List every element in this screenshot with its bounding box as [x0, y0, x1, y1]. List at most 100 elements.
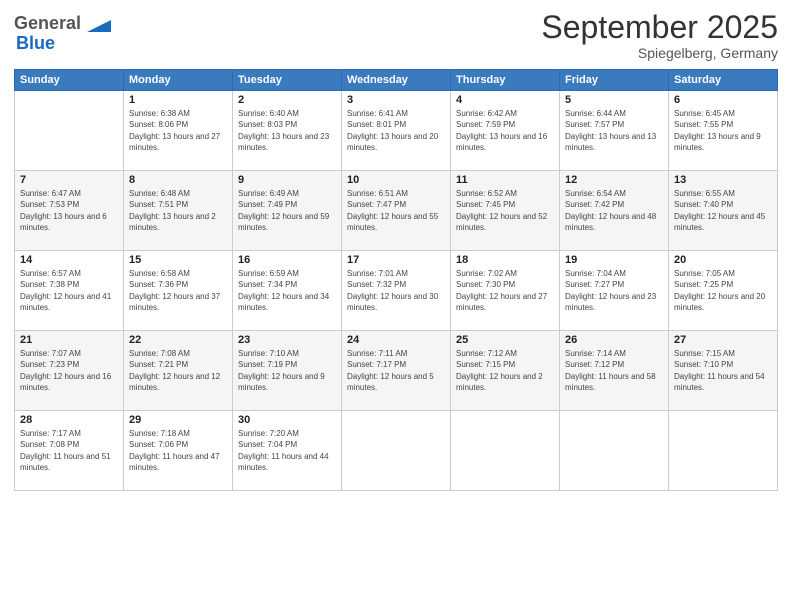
day-info: Sunrise: 6:57 AMSunset: 7:38 PMDaylight:… [20, 268, 118, 313]
day-number: 27 [674, 334, 772, 346]
day-number: 5 [565, 94, 663, 106]
day-number: 26 [565, 334, 663, 346]
day-info: Sunrise: 7:01 AMSunset: 7:32 PMDaylight:… [347, 268, 445, 313]
calendar-week-4: 21 Sunrise: 7:07 AMSunset: 7:23 PMDayligh… [15, 331, 778, 411]
logo: General Blue [14, 10, 111, 54]
calendar-cell: 21 Sunrise: 7:07 AMSunset: 7:23 PMDayligh… [15, 331, 124, 411]
calendar-cell: 11 Sunrise: 6:52 AMSunset: 7:45 PMDayligh… [451, 171, 560, 251]
calendar-cell: 22 Sunrise: 7:08 AMSunset: 7:21 PMDayligh… [124, 331, 233, 411]
day-number: 12 [565, 174, 663, 186]
location: Spiegelberg, Germany [541, 45, 778, 61]
calendar-cell: 26 Sunrise: 7:14 AMSunset: 7:12 PMDayligh… [560, 331, 669, 411]
calendar-cell: 30 Sunrise: 7:20 AMSunset: 7:04 PMDayligh… [233, 411, 342, 491]
calendar-cell: 25Sunrise: 7:12 AMSunset: 7:15 PMDayligh… [451, 331, 560, 411]
day-number: 8 [129, 174, 227, 186]
day-info: Sunrise: 7:15 AMSunset: 7:10 PMDaylight:… [674, 348, 772, 393]
calendar-table: Sunday Monday Tuesday Wednesday Thursday… [14, 69, 778, 491]
day-number: 16 [238, 254, 336, 266]
calendar-cell: 18Sunrise: 7:02 AMSunset: 7:30 PMDayligh… [451, 251, 560, 331]
logo-icon [83, 10, 111, 38]
day-info: Sunrise: 6:45 AMSunset: 7:55 PMDaylight:… [674, 108, 772, 153]
day-number: 19 [565, 254, 663, 266]
calendar-week-1: 1Sunrise: 6:38 AMSunset: 8:06 PMDaylight… [15, 91, 778, 171]
day-info: Sunrise: 6:38 AMSunset: 8:06 PMDaylight:… [129, 108, 227, 153]
calendar-cell: 3Sunrise: 6:41 AMSunset: 8:01 PMDaylight… [342, 91, 451, 171]
day-number: 14 [20, 254, 118, 266]
day-number: 3 [347, 94, 445, 106]
calendar-header: Sunday Monday Tuesday Wednesday Thursday… [15, 70, 778, 91]
day-info: Sunrise: 7:14 AMSunset: 7:12 PMDaylight:… [565, 348, 663, 393]
calendar-week-5: 28Sunrise: 7:17 AMSunset: 7:08 PMDayligh… [15, 411, 778, 491]
day-number: 29 [129, 414, 227, 426]
day-number: 15 [129, 254, 227, 266]
day-number: 4 [456, 94, 554, 106]
calendar-cell: 9 Sunrise: 6:49 AMSunset: 7:49 PMDaylight… [233, 171, 342, 251]
calendar-cell: 28Sunrise: 7:17 AMSunset: 7:08 PMDayligh… [15, 411, 124, 491]
day-number: 7 [20, 174, 118, 186]
day-info: Sunrise: 6:48 AMSunset: 7:51 PMDaylight:… [129, 188, 227, 233]
day-number: 17 [347, 254, 445, 266]
calendar-cell [342, 411, 451, 491]
header: General Blue September 2025 Spiegelberg,… [14, 10, 778, 61]
calendar-cell [451, 411, 560, 491]
day-info: Sunrise: 7:12 AMSunset: 7:15 PMDaylight:… [456, 348, 554, 393]
logo-general-text: General [14, 14, 81, 34]
day-number: 2 [238, 94, 336, 106]
calendar-cell: 6 Sunrise: 6:45 AMSunset: 7:55 PMDaylight… [669, 91, 778, 171]
day-info: Sunrise: 6:42 AMSunset: 7:59 PMDaylight:… [456, 108, 554, 153]
day-info: Sunrise: 6:52 AMSunset: 7:45 PMDaylight:… [456, 188, 554, 233]
col-saturday: Saturday [669, 70, 778, 91]
calendar-cell: 2 Sunrise: 6:40 AMSunset: 8:03 PMDaylight… [233, 91, 342, 171]
day-number: 6 [674, 94, 772, 106]
calendar-cell: 17 Sunrise: 7:01 AMSunset: 7:32 PMDayligh… [342, 251, 451, 331]
day-info: Sunrise: 6:40 AMSunset: 8:03 PMDaylight:… [238, 108, 336, 153]
day-number: 10 [347, 174, 445, 186]
col-friday: Friday [560, 70, 669, 91]
calendar-cell: 8 Sunrise: 6:48 AMSunset: 7:51 PMDaylight… [124, 171, 233, 251]
day-info: Sunrise: 7:17 AMSunset: 7:08 PMDaylight:… [20, 428, 118, 473]
col-wednesday: Wednesday [342, 70, 451, 91]
calendar-cell [560, 411, 669, 491]
calendar-cell: 14 Sunrise: 6:57 AMSunset: 7:38 PMDayligh… [15, 251, 124, 331]
day-number: 13 [674, 174, 772, 186]
day-info: Sunrise: 7:08 AMSunset: 7:21 PMDaylight:… [129, 348, 227, 393]
month-title: September 2025 [541, 10, 778, 45]
day-number: 18 [456, 254, 554, 266]
col-tuesday: Tuesday [233, 70, 342, 91]
day-number: 23 [238, 334, 336, 346]
day-number: 21 [20, 334, 118, 346]
day-number: 20 [674, 254, 772, 266]
day-info: Sunrise: 7:04 AMSunset: 7:27 PMDaylight:… [565, 268, 663, 313]
calendar-cell: 20Sunrise: 7:05 AMSunset: 7:25 PMDayligh… [669, 251, 778, 331]
day-info: Sunrise: 6:58 AMSunset: 7:36 PMDaylight:… [129, 268, 227, 313]
day-number: 11 [456, 174, 554, 186]
day-info: Sunrise: 7:11 AMSunset: 7:17 PMDaylight:… [347, 348, 445, 393]
calendar-cell: 23 Sunrise: 7:10 AMSunset: 7:19 PMDayligh… [233, 331, 342, 411]
day-info: Sunrise: 7:07 AMSunset: 7:23 PMDaylight:… [20, 348, 118, 393]
page: General Blue September 2025 Spiegelberg,… [0, 0, 792, 612]
day-info: Sunrise: 6:44 AMSunset: 7:57 PMDaylight:… [565, 108, 663, 153]
day-info: Sunrise: 7:20 AMSunset: 7:04 PMDaylight:… [238, 428, 336, 473]
calendar-cell: 15 Sunrise: 6:58 AMSunset: 7:36 PMDayligh… [124, 251, 233, 331]
day-number: 9 [238, 174, 336, 186]
calendar-cell: 10 Sunrise: 6:51 AMSunset: 7:47 PMDayligh… [342, 171, 451, 251]
day-info: Sunrise: 6:51 AMSunset: 7:47 PMDaylight:… [347, 188, 445, 233]
day-info: Sunrise: 6:54 AMSunset: 7:42 PMDaylight:… [565, 188, 663, 233]
calendar-cell [15, 91, 124, 171]
col-monday: Monday [124, 70, 233, 91]
calendar-week-3: 14 Sunrise: 6:57 AMSunset: 7:38 PMDayligh… [15, 251, 778, 331]
day-number: 24 [347, 334, 445, 346]
calendar-cell: 4 Sunrise: 6:42 AMSunset: 7:59 PMDaylight… [451, 91, 560, 171]
calendar-cell: 1Sunrise: 6:38 AMSunset: 8:06 PMDaylight… [124, 91, 233, 171]
day-number: 30 [238, 414, 336, 426]
day-info: Sunrise: 7:10 AMSunset: 7:19 PMDaylight:… [238, 348, 336, 393]
calendar-cell: 5 Sunrise: 6:44 AMSunset: 7:57 PMDaylight… [560, 91, 669, 171]
day-info: Sunrise: 6:49 AMSunset: 7:49 PMDaylight:… [238, 188, 336, 233]
calendar-cell: 16 Sunrise: 6:59 AMSunset: 7:34 PMDayligh… [233, 251, 342, 331]
day-number: 22 [129, 334, 227, 346]
calendar-cell: 12 Sunrise: 6:54 AMSunset: 7:42 PMDayligh… [560, 171, 669, 251]
day-info: Sunrise: 6:59 AMSunset: 7:34 PMDaylight:… [238, 268, 336, 313]
title-block: September 2025 Spiegelberg, Germany [541, 10, 778, 61]
day-info: Sunrise: 6:55 AMSunset: 7:40 PMDaylight:… [674, 188, 772, 233]
calendar-cell: 27 Sunrise: 7:15 AMSunset: 7:10 PMDayligh… [669, 331, 778, 411]
